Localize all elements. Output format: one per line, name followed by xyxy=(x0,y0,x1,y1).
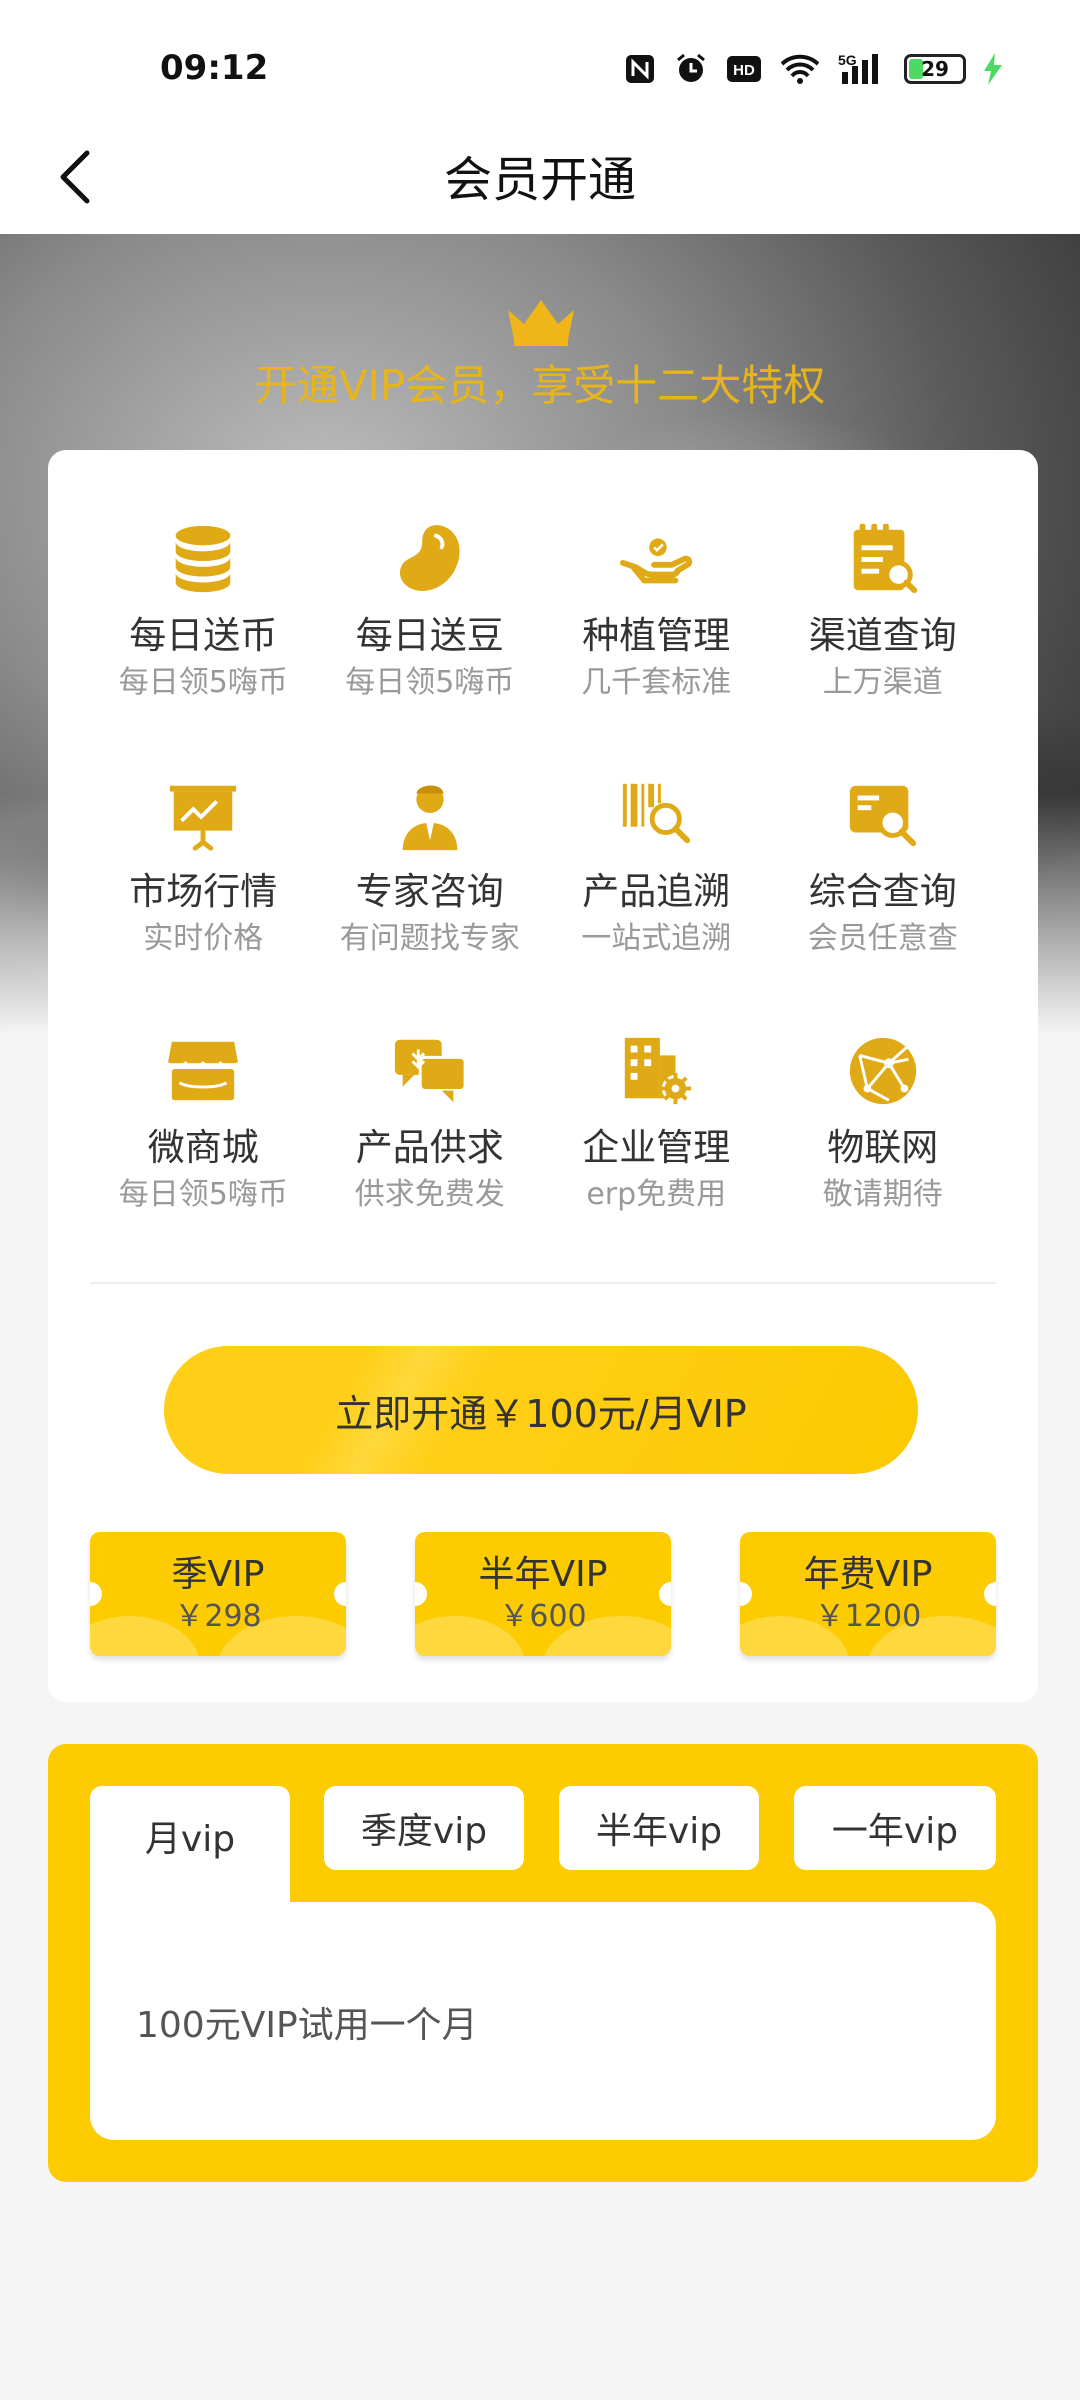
chart-board-icon xyxy=(158,770,248,860)
document-search-icon xyxy=(838,770,928,860)
divider xyxy=(90,1282,996,1284)
battery-icon: 29 xyxy=(904,54,966,84)
feature-title: 企业管理 xyxy=(582,1126,731,1169)
network-globe-icon xyxy=(838,1026,928,1116)
feature-subtitle: 供求免费发 xyxy=(354,1177,505,1212)
plan-tab-panel: 月vip 季度vip 半年vip 一年vip 100元VIP试用一个月 xyxy=(48,1744,1038,2182)
privileges-card: 每日送币 每日领5嗨币 每日送豆 每日领5嗨币 种植管理 几千套标准 渠道查询 … xyxy=(48,450,1038,1702)
wifi-icon xyxy=(780,52,820,86)
bean-icon xyxy=(385,514,475,604)
coin-stack-icon xyxy=(158,514,248,604)
feature-title: 市场行情 xyxy=(129,870,278,913)
feature-subtitle: 会员任意查 xyxy=(807,921,958,956)
open-vip-button[interactable]: 立即开通￥100元/月VIP xyxy=(164,1346,918,1474)
feature-subtitle: 每日领5嗨币 xyxy=(345,665,515,700)
page-title: 会员开通 xyxy=(443,152,636,208)
feature-subtitle: 几千套标准 xyxy=(581,665,732,700)
feature-subtitle: 实时价格 xyxy=(143,921,264,956)
clipboard-search-icon xyxy=(838,514,928,604)
feature-item[interactable]: 渠道查询 上万渠道 xyxy=(770,514,997,704)
feature-item[interactable]: 种植管理 几千套标准 xyxy=(543,514,770,704)
plan-price: ￥1200 xyxy=(814,1599,922,1634)
status-icons: HD 5G 29 xyxy=(624,52,1002,86)
feature-title: 每日送币 xyxy=(129,614,278,657)
feature-title: 产品追溯 xyxy=(582,870,731,913)
feature-subtitle: 有问题找专家 xyxy=(339,921,520,956)
feature-title: 微商城 xyxy=(147,1126,259,1169)
plan-name: 年费VIP xyxy=(803,1554,933,1595)
feature-title: 产品供求 xyxy=(355,1126,504,1169)
svg-text:HD: HD xyxy=(733,62,755,79)
feature-title: 物联网 xyxy=(827,1126,939,1169)
plan-ticket-quarter[interactable]: 季VIP ￥298 xyxy=(90,1532,346,1656)
feature-item[interactable]: 每日送豆 每日领5嗨币 xyxy=(317,514,544,704)
feature-title: 专家咨询 xyxy=(355,870,504,913)
feature-item[interactable]: 专家咨询 有问题找专家 xyxy=(317,770,544,960)
feature-grid: 每日送币 每日领5嗨币 每日送豆 每日领5嗨币 种植管理 几千套标准 渠道查询 … xyxy=(90,514,996,1216)
tab-half-year-vip[interactable]: 半年vip xyxy=(559,1786,759,1870)
hand-plant-icon xyxy=(611,514,701,604)
plan-price: ￥298 xyxy=(174,1599,262,1634)
crown-icon xyxy=(508,300,574,346)
feature-title: 每日送豆 xyxy=(355,614,504,657)
tab-content: 100元VIP试用一个月 xyxy=(90,1902,996,2140)
chat-bubbles-icon xyxy=(385,1026,475,1116)
plan-name: 季VIP xyxy=(171,1554,265,1595)
svg-text:5G: 5G xyxy=(838,52,857,68)
plan-name: 半年VIP xyxy=(478,1554,608,1595)
nfc-icon xyxy=(624,52,656,86)
status-bar: 09:12 HD 5G 29 xyxy=(0,0,1080,140)
feature-subtitle: 每日领5嗨币 xyxy=(118,665,288,700)
store-icon xyxy=(158,1026,248,1116)
hd-icon: HD xyxy=(726,52,762,86)
tab-quarter-vip[interactable]: 季度vip xyxy=(324,1786,524,1870)
feature-item[interactable]: 企业管理 erp免费用 xyxy=(543,1026,770,1216)
feature-item[interactable]: 产品追溯 一站式追溯 xyxy=(543,770,770,960)
feature-item[interactable]: 市场行情 实时价格 xyxy=(90,770,317,960)
plan-price: ￥600 xyxy=(499,1599,587,1634)
building-gear-icon xyxy=(611,1026,701,1116)
feature-subtitle: 一站式追溯 xyxy=(581,921,732,956)
tab-content-text: 100元VIP试用一个月 xyxy=(136,2005,478,2046)
feature-subtitle: erp免费用 xyxy=(586,1177,727,1212)
alarm-icon xyxy=(674,52,708,86)
feature-subtitle: 上万渠道 xyxy=(822,665,943,700)
status-time: 09:12 xyxy=(160,48,269,88)
feature-title: 渠道查询 xyxy=(808,614,957,657)
feature-title: 种植管理 xyxy=(582,614,731,657)
feature-item[interactable]: 综合查询 会员任意查 xyxy=(770,770,997,960)
feature-item[interactable]: 产品供求 供求免费发 xyxy=(317,1026,544,1216)
charging-icon xyxy=(984,52,1002,86)
plan-tickets: 季VIP ￥298 半年VIP ￥600 年费VIP ￥1200 xyxy=(90,1532,996,1656)
tab-month-vip[interactable]: 月vip xyxy=(90,1786,290,1912)
barcode-search-icon xyxy=(611,770,701,860)
feature-item[interactable]: 微商城 每日领5嗨币 xyxy=(90,1026,317,1216)
tab-year-vip[interactable]: 一年vip xyxy=(794,1786,996,1870)
nav-bar: 会员开通 xyxy=(0,120,1080,234)
feature-subtitle: 敬请期待 xyxy=(822,1177,943,1212)
feature-item[interactable]: 物联网 敬请期待 xyxy=(770,1026,997,1216)
feature-item[interactable]: 每日送币 每日领5嗨币 xyxy=(90,514,317,704)
plan-ticket-year[interactable]: 年费VIP ￥1200 xyxy=(740,1532,996,1656)
feature-title: 综合查询 xyxy=(808,870,957,913)
plan-ticket-half-year[interactable]: 半年VIP ￥600 xyxy=(415,1532,671,1656)
expert-icon xyxy=(385,770,475,860)
feature-subtitle: 每日领5嗨币 xyxy=(118,1177,288,1212)
hero-tagline: 开通VIP会员，享受十二大特权 xyxy=(254,361,826,410)
signal-5g-icon: 5G xyxy=(838,52,886,86)
